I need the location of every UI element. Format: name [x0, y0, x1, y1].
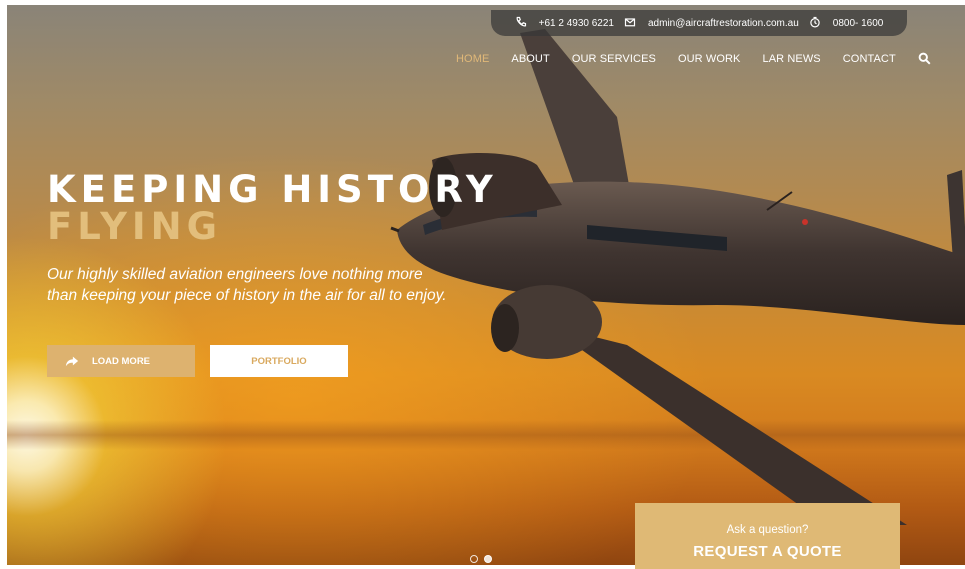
load-more-button[interactable]: LOAD MORE	[47, 345, 195, 377]
load-more-label: LOAD MORE	[91, 355, 151, 367]
phone-icon	[515, 16, 529, 30]
nav-our-work[interactable]: OUR WORK	[678, 53, 741, 65]
hero-background: +61 2 4930 6221 admin@aircraftrestoratio…	[7, 5, 965, 565]
portfolio-label: PORTFOLIO	[251, 355, 307, 367]
quote-prompt: Ask a question?	[726, 524, 809, 536]
share-arrow-icon	[65, 354, 79, 368]
slider-dot-2[interactable]	[484, 555, 492, 563]
nav-about[interactable]: ABOUT	[511, 53, 549, 65]
nav-lar-news[interactable]: LAR NEWS	[762, 53, 820, 65]
email-address[interactable]: admin@aircraftrestoration.com.au	[648, 18, 799, 29]
slider-dots	[470, 555, 492, 563]
contact-bar: +61 2 4930 6221 admin@aircraftrestoratio…	[491, 10, 907, 36]
nav-our-services[interactable]: OUR SERVICES	[572, 53, 656, 65]
business-hours: 0800- 1600	[832, 17, 884, 29]
aircraft-image	[390, 29, 965, 525]
email-icon	[624, 16, 638, 30]
request-quote-button[interactable]: REQUEST A QUOTE	[635, 543, 900, 560]
main-nav: HOME ABOUT OUR SERVICES OUR WORK LAR NEW…	[456, 52, 932, 66]
clock-icon	[809, 16, 823, 30]
request-quote-box[interactable]: Ask a question? REQUEST A QUOTE	[635, 503, 900, 569]
search-icon[interactable]	[918, 52, 932, 66]
hero-tagline: Our highly skilled aviation engineers lo…	[47, 266, 447, 304]
headline-line-2: FLYING	[47, 205, 222, 248]
slider-dot-1[interactable]	[470, 555, 478, 563]
portfolio-button[interactable]: PORTFOLIO	[210, 345, 348, 377]
nav-home[interactable]: HOME	[456, 53, 489, 65]
phone-number[interactable]: +61 2 4930 6221	[539, 18, 614, 29]
nav-contact[interactable]: CONTACT	[843, 53, 896, 65]
hero-headline: KEEPING HISTORY FLYING	[47, 171, 498, 245]
